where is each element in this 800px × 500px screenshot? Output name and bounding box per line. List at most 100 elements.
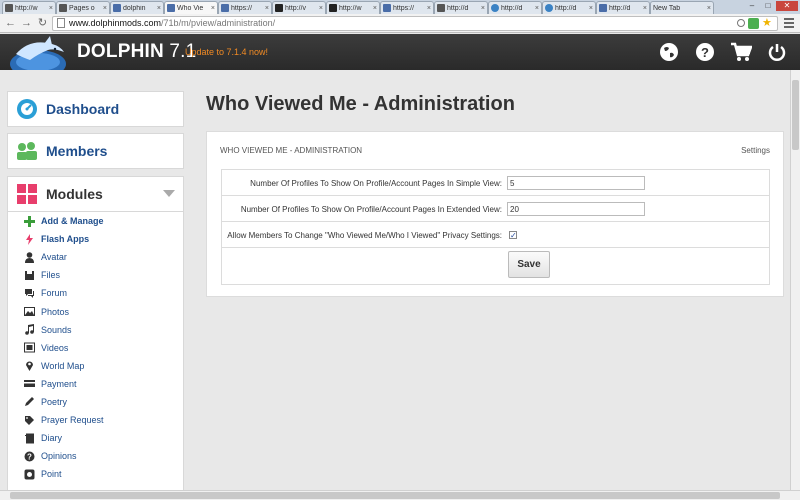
reload-icon[interactable]: ↻ — [36, 17, 49, 30]
extended-view-row: Number Of Profiles To Show On Profile/Ac… — [222, 196, 769, 222]
photos-icon — [24, 306, 35, 317]
browser-tab[interactable]: http://w × — [326, 1, 380, 14]
sidebar-item-dashboard[interactable]: Dashboard — [7, 91, 184, 127]
update-link[interactable]: Update to 7.1.4 now! — [185, 47, 268, 57]
settings-link[interactable]: Settings — [741, 146, 770, 155]
sidebar-members-label: Members — [46, 143, 108, 159]
globe-icon[interactable] — [658, 41, 680, 63]
sidebar-module-label: Poetry — [41, 396, 68, 407]
forward-icon[interactable]: → — [20, 17, 33, 30]
sidebar-module-poetry[interactable]: Poetry — [8, 393, 183, 411]
extended-view-input[interactable] — [507, 202, 645, 216]
tab-close-icon[interactable]: × — [49, 5, 53, 12]
privacy-label: Allow Members To Change "Who Viewed Me/W… — [227, 231, 502, 240]
browser-tab[interactable]: http://v × — [272, 1, 326, 14]
maximize-button[interactable]: □ — [760, 1, 776, 11]
browser-tab[interactable]: dolphin × — [110, 1, 164, 14]
simple-view-label: Number Of Profiles To Show On Profile/Ac… — [250, 179, 502, 188]
dolphin-logo-icon[interactable] — [8, 34, 68, 70]
point-icon — [24, 469, 35, 480]
browser-tab[interactable]: Pages o × — [56, 1, 110, 14]
sidebar-module-diary[interactable]: Diary — [8, 429, 183, 447]
tab-close-icon[interactable]: × — [157, 5, 161, 12]
bookmark-star-icon[interactable]: ★ — [762, 17, 773, 29]
save-button[interactable]: Save — [508, 251, 550, 278]
help-icon[interactable]: ? — [694, 41, 716, 63]
browser-tab[interactable]: http://d × — [488, 1, 542, 14]
sidebar-module-label: Sounds — [41, 324, 72, 335]
tab-close-icon[interactable]: × — [589, 5, 593, 12]
horizontal-scroll-thumb[interactable] — [10, 492, 780, 499]
modules-list: Add & Manage Flash Apps Avatar Files Forum Ph… — [7, 212, 184, 500]
sidebar-module-label: Payment — [41, 378, 77, 389]
sidebar-module-payment[interactable]: Payment — [8, 375, 183, 393]
flash-icon — [24, 233, 35, 245]
simple-view-input[interactable] — [507, 176, 645, 190]
horizontal-scrollbar[interactable] — [0, 490, 800, 500]
tab-close-icon[interactable]: × — [319, 5, 323, 12]
browser-tab[interactable]: http://w × — [2, 1, 56, 14]
browser-tab[interactable]: http://d × — [596, 1, 650, 14]
sidebar-module-files[interactable]: Files — [8, 266, 183, 284]
browser-tab[interactable]: New Tab × — [650, 1, 714, 14]
back-icon[interactable]: ← — [4, 17, 17, 30]
sidebar-module-point[interactable]: Point — [8, 465, 183, 483]
cart-icon[interactable] — [730, 41, 752, 63]
tab-close-icon[interactable]: × — [373, 5, 377, 12]
app-header: DOLPHIN 7.1 Update to 7.1.4 now! ? — [0, 34, 800, 70]
payment-icon — [24, 378, 35, 389]
tab-close-icon[interactable]: × — [103, 5, 107, 12]
tab-favicon-icon — [383, 4, 391, 12]
tab-label: dolphin — [123, 4, 146, 12]
tab-close-icon[interactable]: × — [535, 5, 539, 12]
vertical-scrollbar[interactable] — [790, 70, 800, 490]
sidebar-module-avatar[interactable]: Avatar — [8, 248, 183, 266]
tab-label: http://d — [555, 4, 577, 12]
browser-tab[interactable]: http://d × — [542, 1, 596, 14]
sidebar-module-label: Photos — [41, 306, 70, 317]
vertical-scroll-thumb[interactable] — [792, 80, 799, 150]
privacy-checkbox[interactable]: ✓ — [509, 231, 517, 240]
sidebar-item-members[interactable]: Members — [7, 133, 184, 169]
tab-close-icon[interactable]: × — [427, 5, 431, 12]
sidebar-module-photos[interactable]: Photos — [8, 302, 183, 320]
tab-favicon-icon — [437, 4, 445, 12]
tab-close-icon[interactable]: × — [643, 5, 647, 12]
tab-label: Pages o — [69, 4, 95, 12]
tab-close-icon[interactable]: × — [707, 5, 711, 12]
extension-icon[interactable] — [748, 17, 759, 29]
sidebar-module-opinions[interactable]: ? Opinions — [8, 447, 183, 465]
browser-tab[interactable]: https:// × — [380, 1, 434, 14]
browser-tab[interactable]: https:// × — [218, 1, 272, 14]
sidebar-module-add-manage[interactable]: Add & Manage — [8, 212, 183, 230]
brand-title: DOLPHIN 7.1 — [77, 41, 197, 62]
sidebar-module-label: World Map — [41, 360, 85, 371]
tab-favicon-icon — [491, 4, 499, 12]
power-icon[interactable] — [766, 41, 788, 63]
tab-favicon-icon — [113, 4, 121, 12]
sidebar-module-world-map[interactable]: World Map — [8, 357, 183, 375]
sidebar-module-prayer-request[interactable]: Prayer Request — [8, 411, 183, 429]
chevron-down-icon[interactable] — [163, 190, 175, 197]
browser-tab[interactable]: Who Vie × — [164, 1, 218, 14]
url-bar[interactable]: www.dolphinmods.com/71b/m/pview/administ… — [52, 15, 778, 31]
sidebar-module-sounds[interactable]: Sounds — [8, 321, 183, 339]
sidebar-item-modules[interactable]: Modules — [7, 176, 184, 212]
videos-icon — [24, 342, 35, 353]
minimize-button[interactable]: – — [744, 1, 760, 11]
menu-icon[interactable] — [782, 17, 796, 30]
tab-close-icon[interactable]: × — [211, 5, 215, 12]
close-window-button[interactable]: ✕ — [776, 1, 798, 11]
search-icon[interactable] — [737, 19, 745, 27]
diary-icon — [24, 433, 35, 444]
tab-close-icon[interactable]: × — [265, 5, 269, 12]
tab-close-icon[interactable]: × — [481, 5, 485, 12]
sidebar-module-videos[interactable]: Videos — [8, 339, 183, 357]
sidebar-module-forum[interactable]: Forum — [8, 284, 183, 302]
tab-label: http://w — [15, 4, 38, 12]
extended-view-label: Number Of Profiles To Show On Profile/Ac… — [240, 205, 502, 214]
settings-panel: WHO VIEWED ME - ADMINISTRATION Settings … — [206, 131, 784, 297]
plus-icon — [24, 215, 35, 227]
sidebar-module-flash-apps[interactable]: Flash Apps — [8, 230, 183, 248]
browser-tab[interactable]: http://d × — [434, 1, 488, 14]
